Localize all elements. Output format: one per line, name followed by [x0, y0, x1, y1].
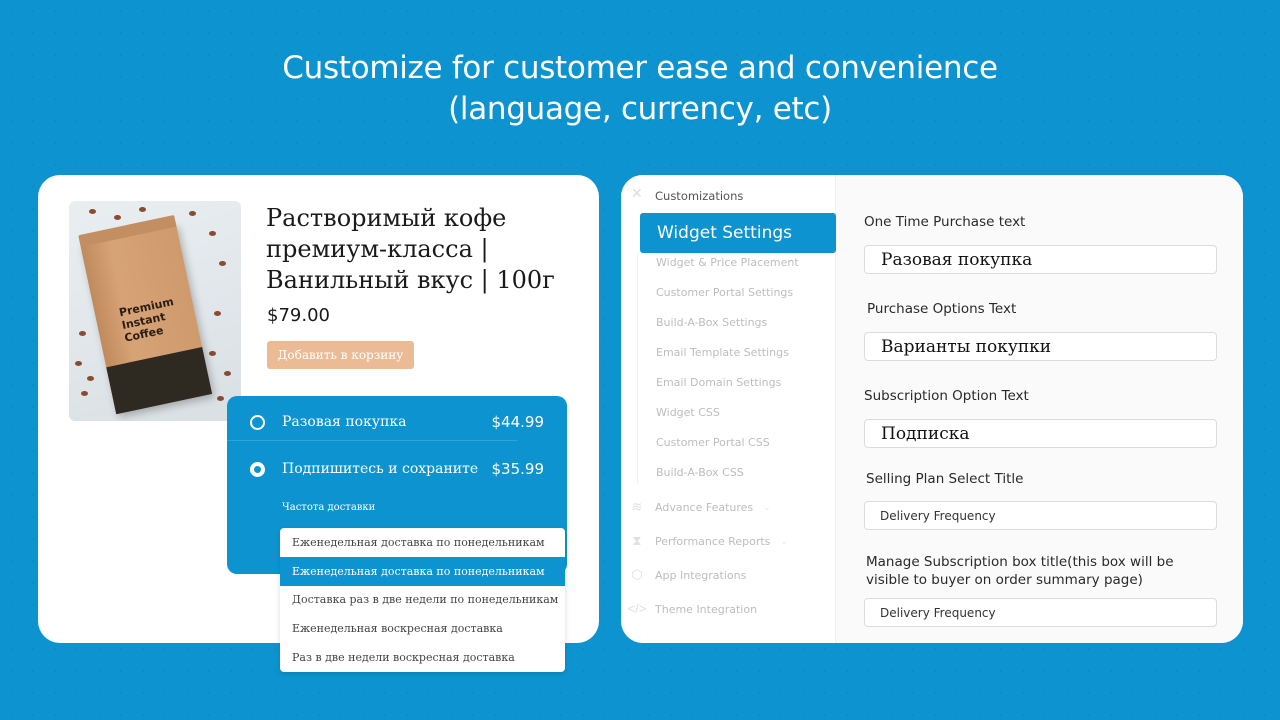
divider: [227, 440, 517, 441]
admin-settings-card: ✕ Customizations Widget Settings Widget …: [621, 175, 1243, 643]
chevron-down-icon: ⌄: [780, 535, 788, 546]
radio-button-selected[interactable]: [250, 461, 265, 477]
sidebar-item-email-template-settings[interactable]: Email Template Settings: [656, 346, 789, 359]
subscription-option-label: Subscription Option Text: [864, 388, 1029, 404]
manage-subscription-title-label: Manage Subscription box title(this box w…: [866, 554, 1174, 588]
purchase-options-label: Purchase Options Text: [867, 301, 1017, 317]
one-time-purchase-input[interactable]: Разовая покупка: [864, 245, 1217, 274]
settings-sidebar: ✕ Customizations Widget Settings Widget …: [621, 175, 836, 643]
dropdown-option[interactable]: Еженедельная воскресная доставка: [280, 614, 565, 643]
headline: Customize for customer ease and convenie…: [0, 48, 1280, 130]
sidebar-item-widget-css[interactable]: Widget CSS: [656, 406, 720, 419]
bag-label: Premium Instant Coffee: [117, 295, 175, 345]
option-one-time[interactable]: Разовая покупка $44.99: [227, 402, 567, 442]
sidebar-section-customizations[interactable]: Customizations: [655, 189, 743, 203]
selling-plan-title-input[interactable]: Delivery Frequency: [864, 501, 1217, 530]
add-to-cart-button[interactable]: Добавить в корзину: [267, 341, 414, 369]
sidebar-item-widget-settings[interactable]: Widget Settings: [640, 213, 836, 253]
sidebar-item-customer-portal-settings[interactable]: Customer Portal Settings: [656, 286, 793, 299]
selling-plan-title-label: Selling Plan Select Title: [866, 471, 1024, 487]
widget-settings-form: One Time Purchase text Разовая покупка P…: [836, 175, 1243, 643]
layers-icon: ≋: [631, 499, 643, 514]
tree-line: [637, 253, 638, 483]
dropdown-selected-value[interactable]: Еженедельная доставка по понедельникам: [280, 528, 565, 557]
option-label: Подпишитесь и сохраните: [282, 461, 479, 477]
option-label: Разовая покупка: [282, 414, 407, 430]
headline-line-1: Customize for customer ease and convenie…: [282, 50, 998, 86]
radio-button[interactable]: [250, 414, 265, 430]
sidebar-item-advance-features[interactable]: ≋ Advance Features ⌄: [627, 496, 827, 518]
sidebar-item-theme-integration[interactable]: </> Theme Integration: [627, 598, 827, 620]
purchase-options-input[interactable]: Варианты покупки: [864, 332, 1217, 361]
delivery-frequency-label: Частота доставки: [282, 502, 376, 513]
sidebar-item-widget-price-placement[interactable]: Widget & Price Placement: [656, 256, 799, 269]
sidebar-item-app-integrations[interactable]: ⬡ App Integrations: [627, 564, 827, 586]
sidebar-item-customer-portal-css[interactable]: Customer Portal CSS: [656, 436, 770, 449]
product-title: Растворимый кофе премиум-класса | Ваниль…: [266, 204, 555, 294]
coffee-bag: Premium Instant Coffee: [78, 214, 213, 415]
one-time-purchase-label: One Time Purchase text: [864, 214, 1026, 230]
option-price: $44.99: [491, 413, 545, 431]
sidebar-item-build-a-box-settings[interactable]: Build-A-Box Settings: [656, 316, 767, 329]
option-subscribe[interactable]: Подпишитесь и сохраните $35.99: [227, 449, 567, 489]
integrations-icon: ⬡: [631, 567, 643, 582]
sidebar-item-build-a-box-css[interactable]: Build-A-Box CSS: [656, 466, 744, 479]
product-price: $79.00: [267, 305, 330, 326]
chevron-down-icon: ⌄: [763, 501, 771, 512]
dropdown-option[interactable]: Доставка раз в две недели по понедельник…: [280, 586, 565, 615]
manage-subscription-title-input[interactable]: Delivery Frequency: [864, 598, 1217, 627]
sidebar-item-email-domain-settings[interactable]: Email Domain Settings: [656, 376, 781, 389]
tools-icon: ✕: [631, 185, 643, 201]
headline-line-2: (language, currency, etc): [448, 91, 832, 127]
dropdown-option[interactable]: Раз в две недели воскресная доставка: [280, 643, 565, 672]
option-price: $35.99: [491, 460, 545, 478]
product-image: Premium Instant Coffee: [69, 201, 241, 421]
delivery-frequency-dropdown[interactable]: Еженедельная доставка по понедельникам Е…: [280, 528, 565, 672]
code-icon: </>: [627, 601, 647, 616]
dropdown-option[interactable]: Еженедельная доставка по понедельникам: [280, 556, 565, 586]
subscription-option-input[interactable]: Подписка: [864, 419, 1217, 448]
hourglass-icon: ⧗: [632, 533, 642, 548]
sidebar-item-performance-reports[interactable]: ⧗ Performance Reports ⌄: [627, 530, 827, 552]
